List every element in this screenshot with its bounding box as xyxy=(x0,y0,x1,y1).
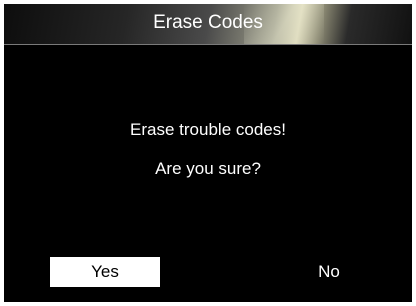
device-screen: Erase Codes Erase trouble codes! Are you… xyxy=(4,4,412,302)
confirm-question: Are you sure? xyxy=(155,159,261,178)
title-bar: Erase Codes xyxy=(4,4,412,45)
confirm-message: Erase trouble codes! xyxy=(130,120,286,139)
yes-button[interactable]: Yes xyxy=(50,257,160,287)
no-button[interactable]: No xyxy=(274,257,384,287)
page-title: Erase Codes xyxy=(153,12,263,33)
